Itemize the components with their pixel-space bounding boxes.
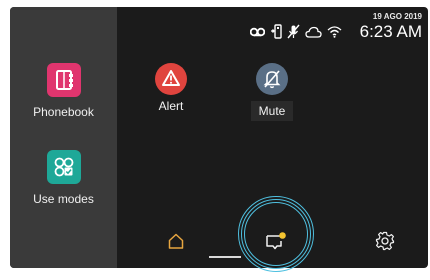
wifi-icon — [327, 26, 342, 38]
sidebar-item-phonebook[interactable]: Phonebook — [10, 63, 117, 119]
nav-indicator — [209, 256, 241, 258]
settings-icon — [375, 231, 395, 251]
home-icon — [168, 233, 184, 249]
alert-button[interactable]: Alert — [135, 63, 207, 116]
status-bar: 19 AGO 2019 6:23 AM — [222, 10, 422, 44]
touch-indicator-ring — [244, 202, 308, 266]
mute-button[interactable]: Mute — [236, 63, 308, 121]
device-screen: Phonebook Use modes 19 AGO 2019 6:23 AM … — [10, 7, 428, 268]
home-button[interactable] — [158, 226, 194, 256]
phonebook-icon — [46, 63, 81, 97]
status-time: 6:23 AM — [359, 22, 422, 41]
cloud-icon — [305, 26, 322, 38]
status-icons — [250, 24, 342, 39]
use-modes-icon — [46, 150, 81, 184]
sidebar-item-label: Use modes — [33, 192, 94, 206]
mic-off-icon — [287, 24, 300, 39]
alert-icon — [155, 63, 187, 95]
sidebar: Phonebook Use modes — [10, 7, 117, 268]
sidebar-item-use-modes[interactable]: Use modes — [10, 150, 117, 206]
answering-machine-icon — [250, 27, 265, 36]
sidebar-item-label: Phonebook — [33, 105, 94, 119]
door-phone-icon — [271, 24, 282, 39]
mute-label: Mute — [250, 101, 294, 121]
status-date: 19 AGO 2019 — [372, 12, 422, 21]
mute-icon — [256, 63, 288, 95]
settings-button[interactable] — [367, 226, 403, 256]
alert-label: Alert — [158, 99, 184, 113]
